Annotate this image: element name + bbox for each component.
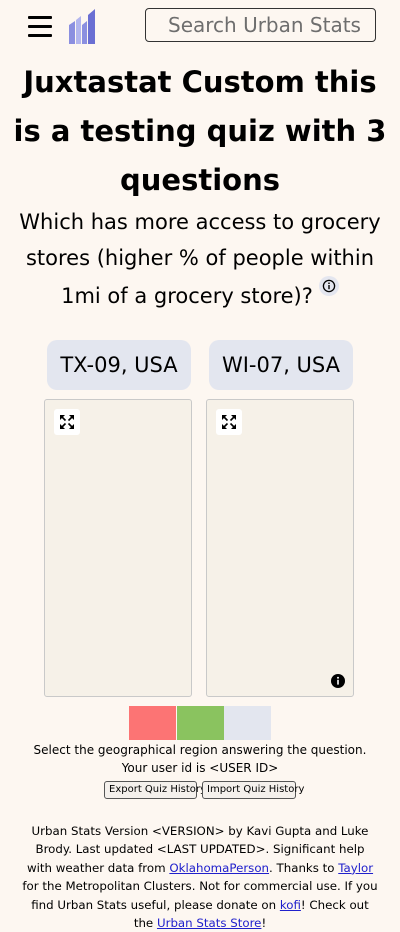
map-a[interactable] bbox=[44, 399, 192, 697]
kofi-link[interactable]: kofi bbox=[280, 898, 301, 912]
progress-cell-2 bbox=[177, 706, 224, 740]
quiz-question: Which has more access to grocery stores … bbox=[14, 204, 386, 314]
choice-button-a[interactable]: TX-09, USA bbox=[47, 340, 191, 390]
taylor-link[interactable]: Taylor bbox=[338, 861, 373, 875]
header bbox=[0, 0, 400, 52]
urban-stats-store-link[interactable]: Urban Stats Store bbox=[157, 916, 261, 930]
progress-cell-1 bbox=[129, 706, 176, 740]
progress-cell-3 bbox=[224, 706, 271, 740]
expand-icon[interactable] bbox=[216, 409, 242, 435]
choice-label: TX-09, USA bbox=[60, 353, 178, 377]
urban-stats-logo[interactable] bbox=[69, 9, 95, 44]
user-id-text: Your user id is <USER ID> bbox=[121, 761, 279, 775]
import-quiz-history-button[interactable]: Import Quiz History bbox=[202, 781, 304, 799]
footer-text: ! bbox=[261, 916, 267, 931]
attribution-info-icon[interactable] bbox=[331, 674, 345, 688]
export-quiz-history-button[interactable]: Export Quiz History bbox=[104, 781, 206, 799]
choice-button-b[interactable]: WI-07, USA bbox=[209, 340, 353, 390]
instruction-text: Select the geographical region answering… bbox=[33, 743, 367, 757]
menu-icon[interactable] bbox=[28, 16, 52, 37]
footer-text: . Thanks to bbox=[269, 860, 339, 875]
quiz-title: Juxtastat Custom this is a testing quiz … bbox=[13, 65, 387, 197]
oklahomaperson-link[interactable]: OklahomaPerson bbox=[169, 861, 269, 875]
map-b[interactable] bbox=[206, 399, 354, 697]
search-input[interactable] bbox=[145, 8, 376, 42]
choice-label: WI-07, USA bbox=[221, 353, 341, 377]
expand-icon[interactable] bbox=[54, 409, 80, 435]
info-icon[interactable] bbox=[318, 276, 339, 296]
footer: Urban Stats Version <VERSION> by Kavi Gu… bbox=[22, 822, 378, 932]
